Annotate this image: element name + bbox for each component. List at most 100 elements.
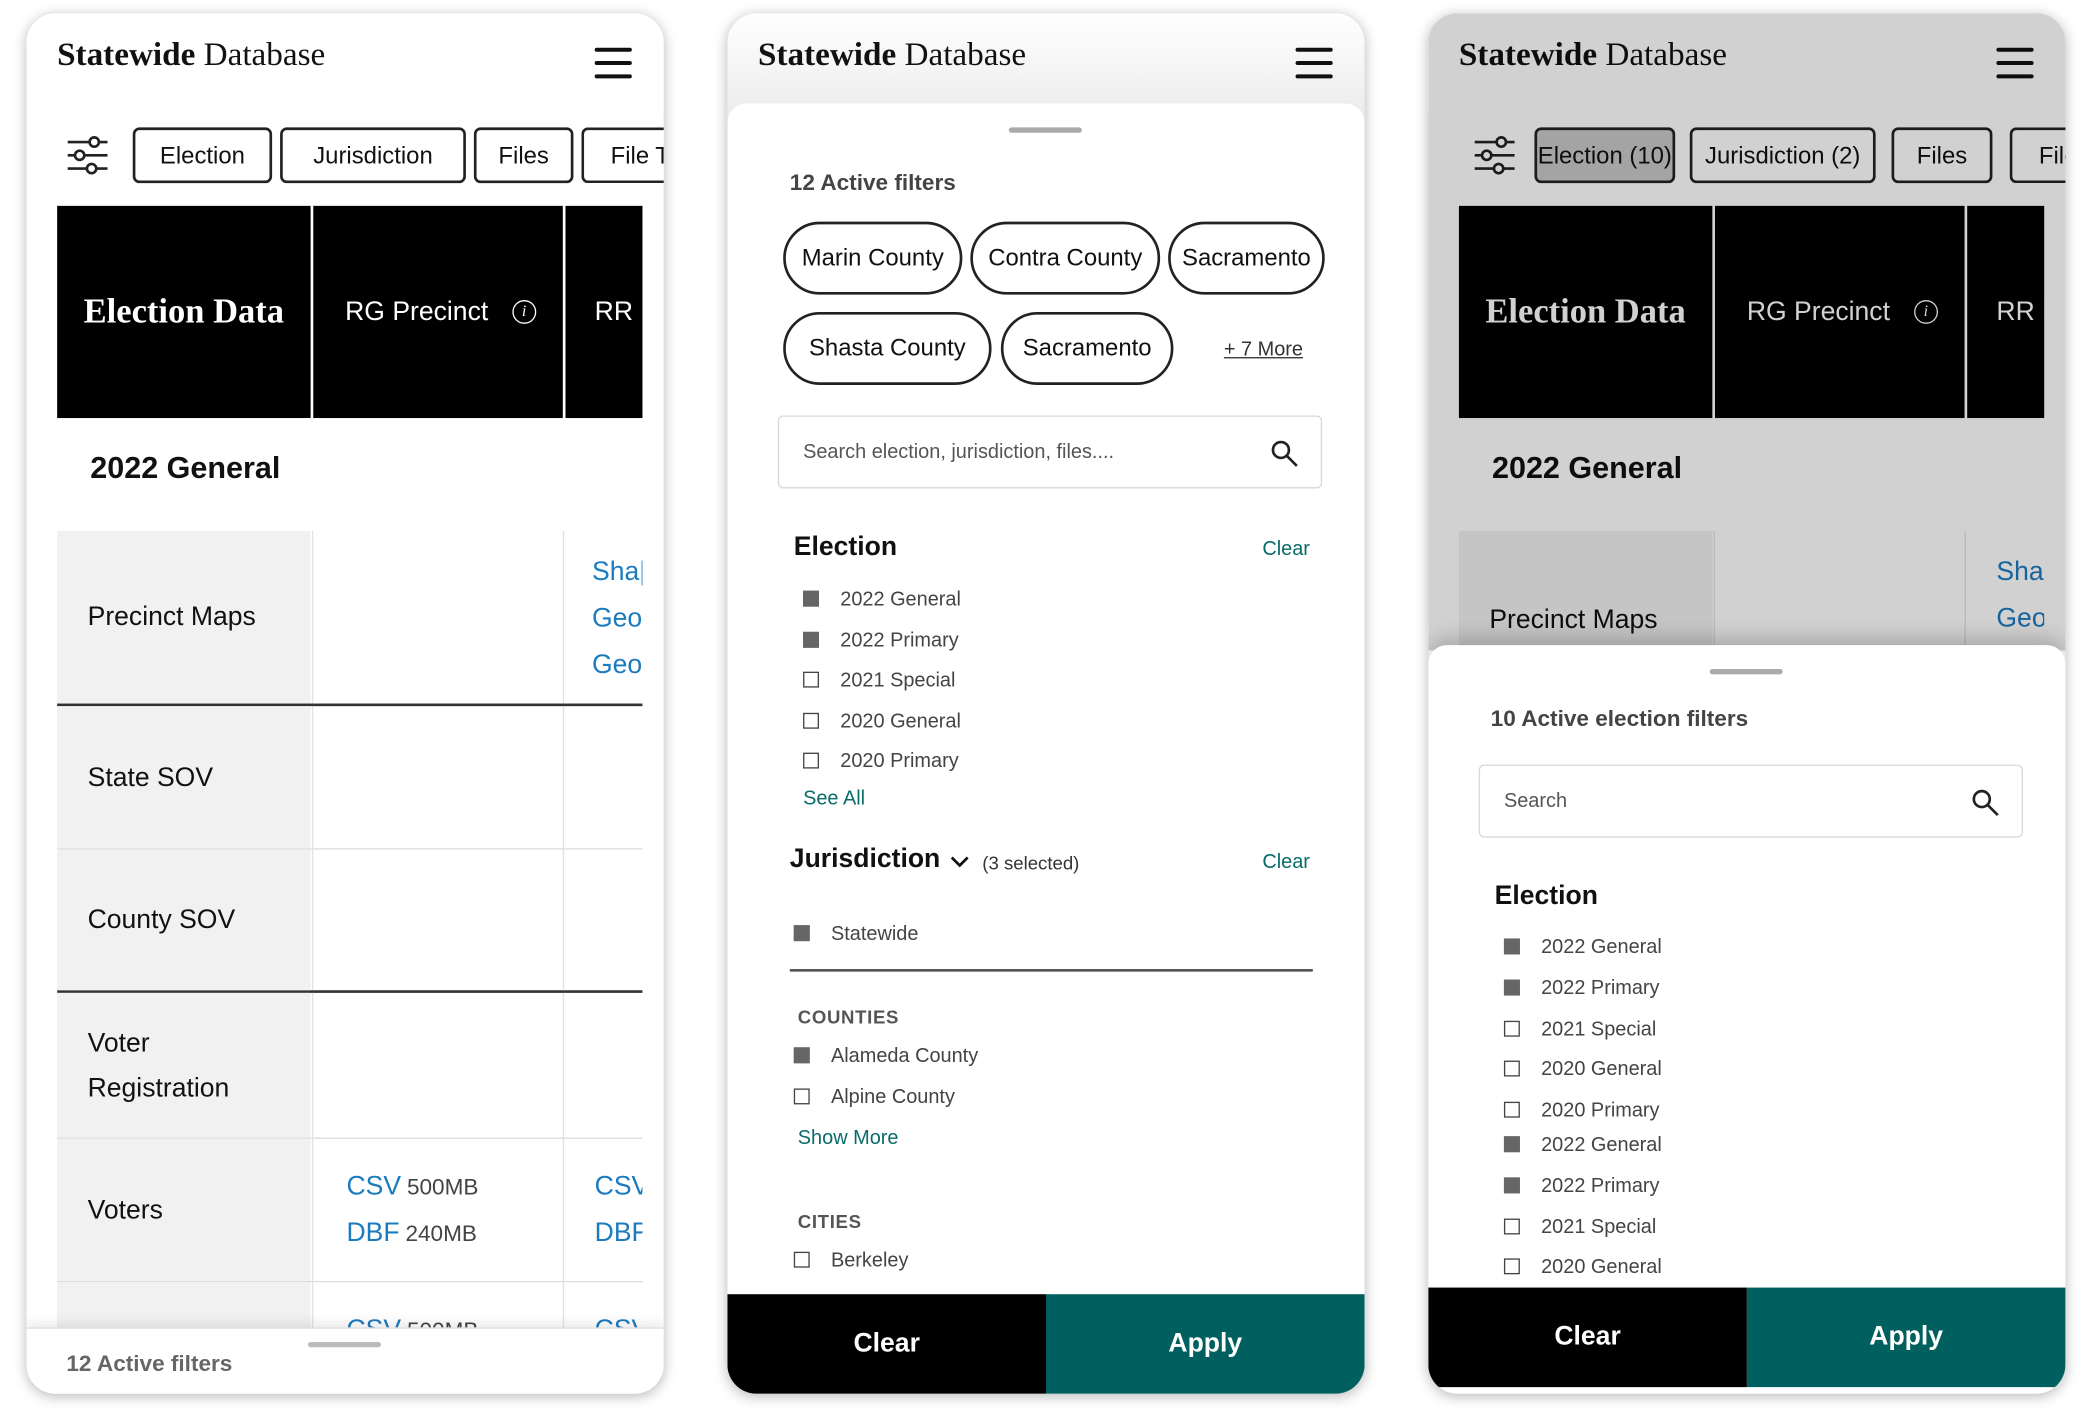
csv-link[interactable]: CSV bbox=[346, 1172, 401, 1201]
checkbox-election[interactable]: 2022 Primary bbox=[1503, 977, 1660, 1000]
checkbox-election[interactable]: 2020 General bbox=[803, 710, 961, 733]
search-input[interactable]: Search bbox=[1478, 764, 2023, 838]
drag-handle[interactable] bbox=[1008, 127, 1082, 133]
header-election-data: Election Data bbox=[57, 205, 311, 419]
checkbox-icon[interactable] bbox=[793, 1047, 810, 1064]
checkbox-icon[interactable] bbox=[1503, 1020, 1520, 1037]
active-filters-drawer[interactable]: 12 Active filters bbox=[26, 1327, 664, 1394]
dbf-link[interactable]: DBF bbox=[595, 1219, 643, 1250]
row-label: State SOV bbox=[57, 706, 311, 849]
table-row: Voter Registration bbox=[57, 992, 643, 1139]
filter-pill[interactable]: Shasta County bbox=[783, 311, 992, 385]
checkbox-icon[interactable] bbox=[793, 925, 810, 942]
search-icon[interactable] bbox=[1971, 788, 2000, 817]
search-icon[interactable] bbox=[1270, 439, 1299, 468]
filter-actions: Clear Apply bbox=[1428, 1287, 2066, 1388]
divider bbox=[789, 969, 1313, 972]
hamburger-menu-icon[interactable] bbox=[594, 47, 632, 79]
checkbox-election[interactable]: 2021 Special bbox=[1503, 1018, 1656, 1041]
modal-backdrop[interactable] bbox=[1428, 13, 2066, 651]
election-year-title: 2022 General bbox=[57, 418, 643, 531]
checkbox-icon[interactable] bbox=[803, 590, 820, 607]
checkbox-statewide[interactable]: Statewide bbox=[793, 923, 918, 945]
checkbox-icon[interactable] bbox=[803, 712, 820, 729]
checkbox-icon[interactable] bbox=[803, 752, 820, 769]
checkbox-icon[interactable] bbox=[1503, 938, 1520, 955]
filter-actions: Clear Apply bbox=[727, 1294, 1365, 1394]
checkbox-election[interactable]: 2020 Primary bbox=[803, 750, 959, 773]
drag-handle[interactable] bbox=[307, 1342, 381, 1348]
filter-sheet: 12 Active filters Marin County Contra Co… bbox=[727, 103, 1365, 1299]
checkbox-election[interactable]: 2022 Primary bbox=[803, 629, 959, 652]
dbf-link[interactable]: DBF bbox=[346, 1219, 399, 1248]
see-all-link[interactable]: See All bbox=[803, 787, 865, 810]
chevron-down-icon[interactable] bbox=[949, 855, 970, 868]
filter-sliders-icon[interactable] bbox=[66, 135, 108, 175]
checkbox-icon[interactable] bbox=[1503, 1060, 1520, 1077]
checkbox-county[interactable]: Alpine County bbox=[793, 1086, 955, 1108]
show-more-link[interactable]: Show More bbox=[798, 1127, 899, 1150]
checkbox-icon[interactable] bbox=[803, 671, 820, 688]
file-link[interactable]: Geo bbox=[592, 604, 642, 635]
checkbox-election[interactable]: 2022 General bbox=[1503, 936, 1662, 958]
apply-button[interactable]: Apply bbox=[1746, 1287, 2066, 1388]
table-row: County SOV bbox=[57, 849, 643, 993]
checkbox-icon[interactable] bbox=[793, 1088, 810, 1105]
checkbox-election[interactable]: 2022 General bbox=[1503, 1134, 1662, 1156]
checkbox-election[interactable]: 2020 General bbox=[1503, 1058, 1662, 1081]
checkbox-icon[interactable] bbox=[1503, 1218, 1520, 1235]
table-row: Voters CSV 500MB DBF 240MB CSV DBF bbox=[57, 1138, 643, 1283]
filter-pill[interactable]: Contra County bbox=[970, 221, 1161, 295]
filter-pill[interactable]: Sacramento bbox=[1000, 311, 1174, 385]
chip-jurisdiction[interactable]: Jurisdiction bbox=[280, 127, 466, 184]
checkbox-county[interactable]: Alameda County bbox=[793, 1045, 978, 1067]
jurisdiction-selected-count: (3 selected) bbox=[982, 852, 1080, 874]
checkbox-icon[interactable] bbox=[1503, 1258, 1520, 1275]
checkbox-icon[interactable] bbox=[793, 1251, 810, 1268]
checkbox-election[interactable]: 2022 General bbox=[803, 588, 961, 611]
checkbox-icon[interactable] bbox=[1503, 1177, 1520, 1194]
counties-subtitle: COUNTIES bbox=[797, 1006, 900, 1028]
chip-file-type[interactable]: File T bbox=[581, 127, 664, 184]
election-clear-link[interactable]: Clear bbox=[1262, 538, 1310, 561]
checkbox-election[interactable]: 2021 Special bbox=[1503, 1216, 1656, 1238]
file-link[interactable]: Sha| bbox=[592, 558, 642, 589]
file-link[interactable]: Geo bbox=[592, 650, 642, 681]
table-row: Precinct Maps Sha| Geo Geo bbox=[57, 530, 643, 707]
search-input[interactable]: Search election, jurisdiction, files.... bbox=[777, 415, 1323, 489]
election-section-title: Election bbox=[1494, 881, 1598, 911]
header-rr: RR F bbox=[565, 205, 643, 419]
active-filters-title: 12 Active filters bbox=[789, 169, 956, 196]
drag-handle[interactable] bbox=[1709, 669, 1783, 675]
checkbox-city[interactable]: Berkeley bbox=[793, 1249, 908, 1272]
info-icon[interactable]: i bbox=[512, 299, 537, 324]
file-size: 500MB bbox=[406, 1174, 479, 1200]
jurisdiction-section-title[interactable]: Jurisdiction bbox=[790, 844, 940, 875]
clear-button[interactable]: Clear bbox=[1428, 1287, 1747, 1388]
apply-button[interactable]: Apply bbox=[1045, 1294, 1365, 1394]
clear-button[interactable]: Clear bbox=[727, 1294, 1046, 1394]
more-filters-link[interactable]: + 7 More bbox=[1224, 338, 1303, 361]
checkbox-icon[interactable] bbox=[803, 631, 820, 648]
hamburger-menu-icon[interactable] bbox=[1295, 47, 1333, 79]
checkbox-icon[interactable] bbox=[1503, 979, 1520, 996]
chip-election[interactable]: Election bbox=[132, 127, 273, 184]
brand-title[interactable]: Statewide Database bbox=[758, 37, 1026, 74]
brand-title[interactable]: Statewide Database bbox=[57, 37, 325, 74]
filter-pill[interactable]: Sacramento bbox=[1168, 221, 1325, 295]
screen-election-filter-sheet: Statewide Database Election (10) Jurisdi… bbox=[1428, 13, 2066, 1394]
active-election-filters-title: 10 Active election filters bbox=[1490, 706, 1749, 732]
jurisdiction-clear-link[interactable]: Clear bbox=[1262, 851, 1310, 874]
checkbox-election[interactable]: 2020 Primary bbox=[1503, 1099, 1660, 1122]
checkbox-election[interactable]: 2021 Special bbox=[803, 669, 955, 692]
checkbox-icon[interactable] bbox=[1503, 1101, 1520, 1118]
chip-files[interactable]: Files bbox=[473, 127, 574, 184]
csv-link[interactable]: CSV bbox=[595, 1172, 643, 1203]
checkbox-election[interactable]: 2020 General bbox=[1503, 1256, 1662, 1278]
filter-pill[interactable]: Marin County bbox=[783, 221, 963, 295]
header-rg-precinct: RG Precinct i bbox=[313, 205, 563, 419]
checkbox-election[interactable]: 2022 Primary bbox=[1503, 1175, 1660, 1197]
election-section-title: Election bbox=[793, 532, 898, 562]
election-filter-sheet: 10 Active election filters Search Electi… bbox=[1428, 645, 2066, 1309]
checkbox-icon[interactable] bbox=[1503, 1136, 1520, 1153]
